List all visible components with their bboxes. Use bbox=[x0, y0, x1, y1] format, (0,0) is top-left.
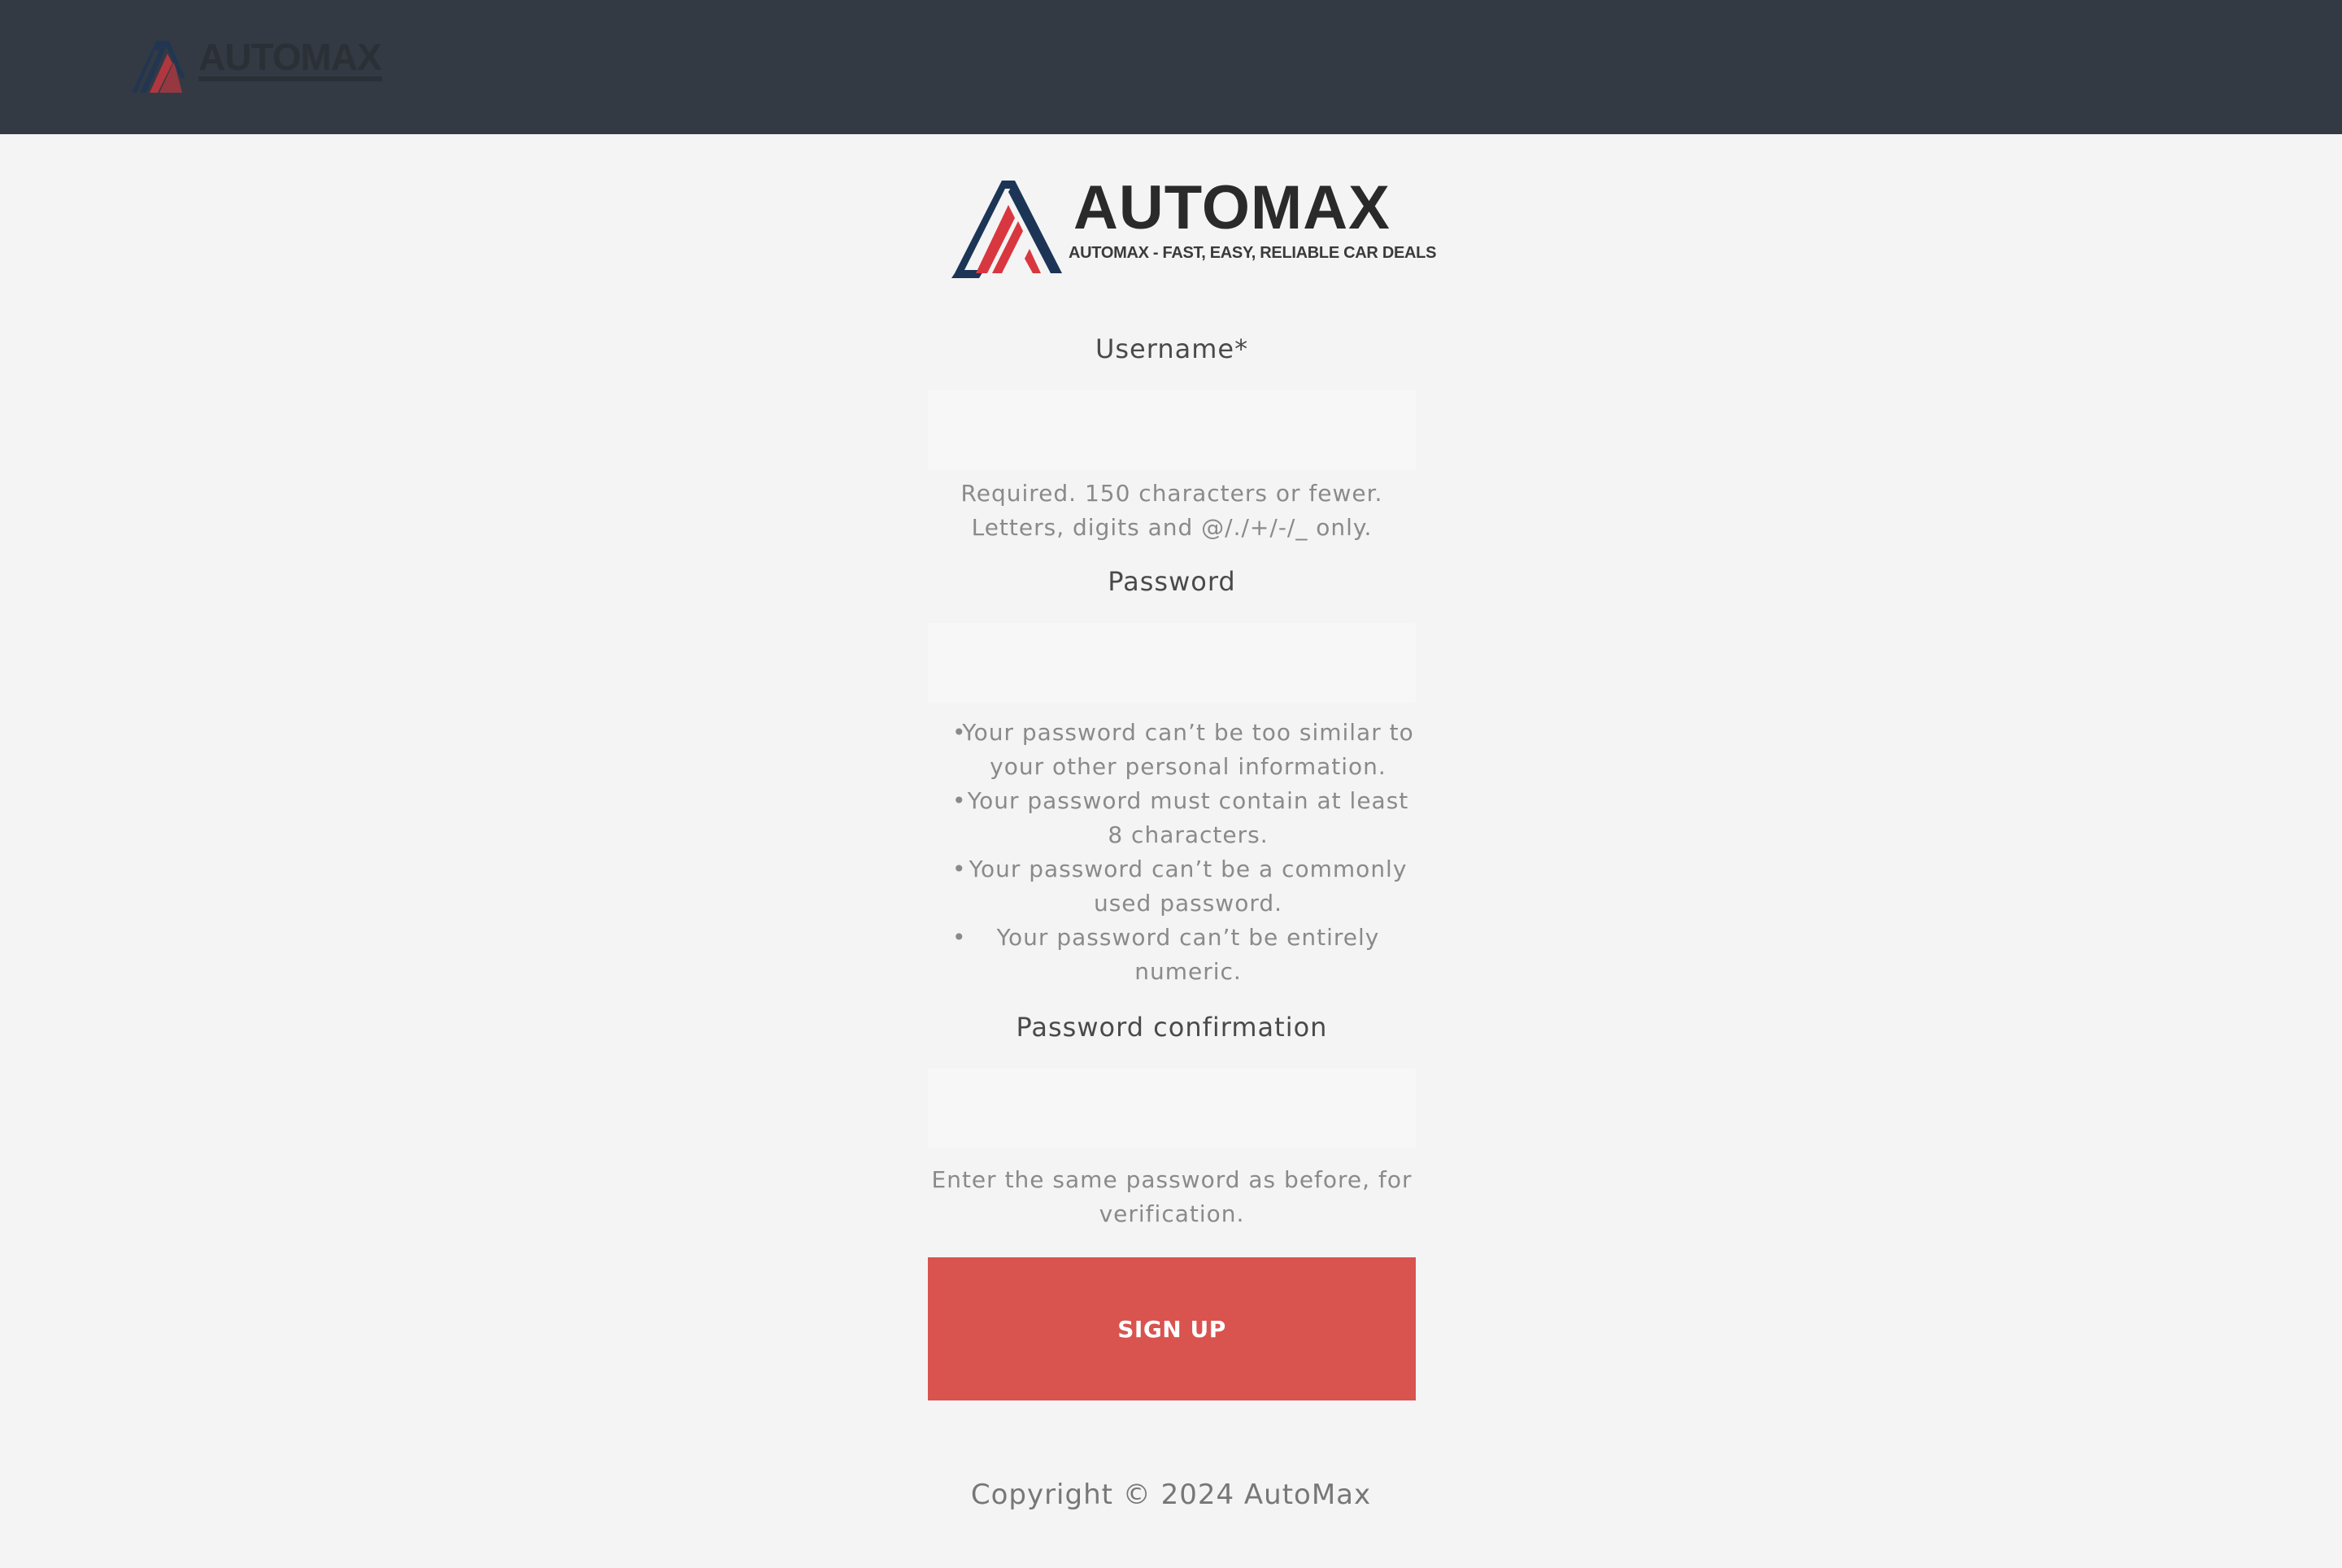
username-help-line: Letters, digits and @/./+/-/_ only. bbox=[971, 514, 1373, 541]
navbar-logo-link[interactable]: AUTOMAX bbox=[132, 36, 384, 93]
brand-tagline: AUTOMAX - FAST, EASY, RELIABLE CAR DEALS bbox=[1069, 244, 1437, 262]
password-rule: • Your password can’t be a commonly used … bbox=[952, 856, 1408, 917]
password-confirmation-help-text: Enter the same password as before, for v… bbox=[931, 1166, 1413, 1227]
password-label: Password bbox=[1108, 566, 1236, 597]
brand-logo: AUTOMAX AUTOMAX - FAST, EASY, RELIABLE C… bbox=[951, 173, 1437, 278]
username-label: Username* bbox=[1095, 333, 1249, 364]
svg-text:AUTOMAX: AUTOMAX bbox=[198, 36, 382, 78]
password-confirmation-label: Password confirmation bbox=[1016, 1012, 1328, 1043]
username-help-line: Required. 150 characters or fewer. bbox=[960, 480, 1383, 507]
password-rule: • Your password can’t be entirely numeric… bbox=[952, 924, 1380, 985]
username-input[interactable] bbox=[928, 390, 1416, 470]
top-navbar: AUTOMAX bbox=[0, 0, 2342, 134]
password-rule: • Your password must contain at least 8 c… bbox=[952, 787, 1409, 848]
password-confirmation-input[interactable] bbox=[928, 1069, 1416, 1148]
sign-up-button[interactable]: SIGN UP bbox=[928, 1257, 1416, 1400]
password-input[interactable] bbox=[928, 623, 1416, 703]
automax-logo-icon: AUTOMAX bbox=[132, 36, 383, 93]
brand-wordmark: AUTOMAX bbox=[1073, 173, 1391, 242]
footer-copyright: Copyright © 2024 AutoMax bbox=[970, 1479, 1372, 1511]
username-help-text: Required. 150 characters or fewer. Lette… bbox=[928, 477, 1416, 545]
password-rule: • Your password can’t be too similar to y… bbox=[952, 719, 1414, 780]
password-rules-list: • Your password can’t be too similar to y… bbox=[928, 716, 1416, 989]
